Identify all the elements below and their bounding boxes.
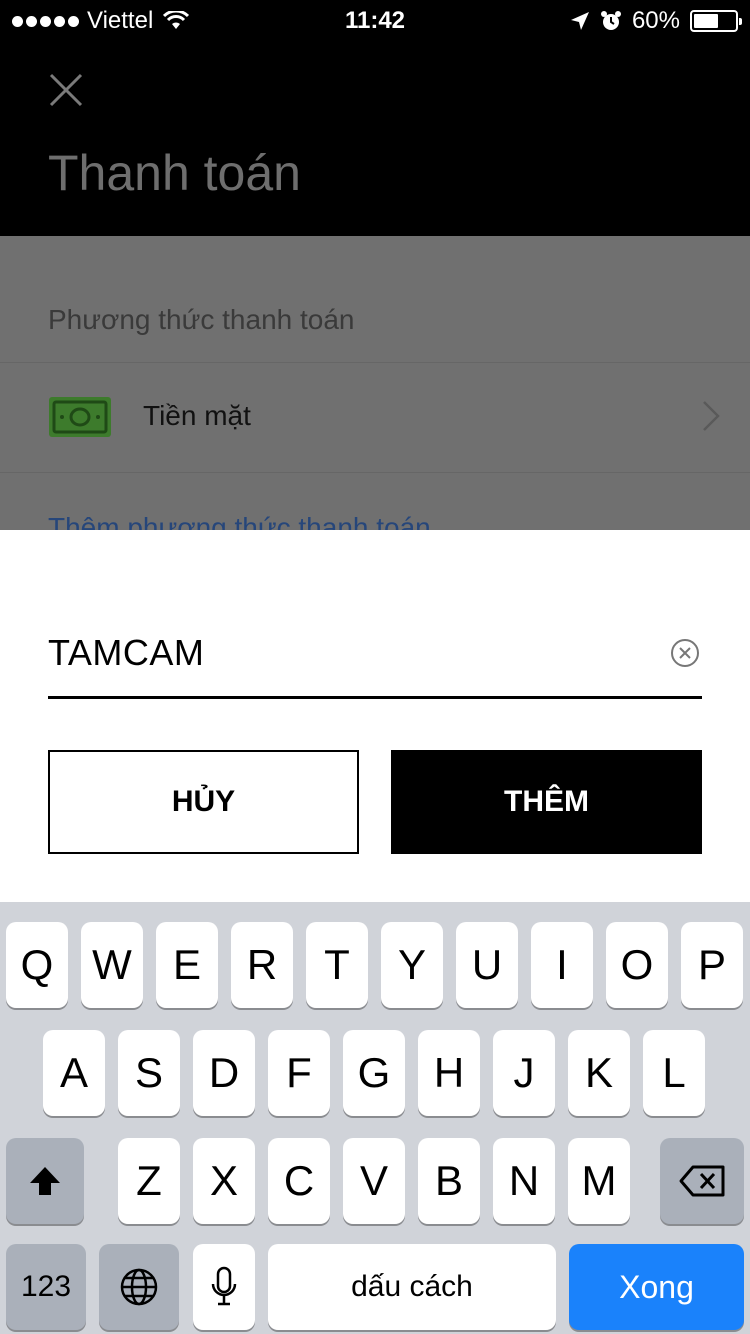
key-r[interactable]: R <box>231 922 293 1008</box>
key-d[interactable]: D <box>193 1030 255 1116</box>
chevron-right-icon <box>703 401 720 431</box>
battery-icon <box>690 10 742 32</box>
payment-content: Phương thức thanh toán Tiền mặt Thêm phư… <box>0 236 750 530</box>
divider <box>0 472 750 473</box>
key-q[interactable]: Q <box>6 922 68 1008</box>
globe-key[interactable] <box>99 1244 179 1330</box>
input-underline <box>48 696 702 699</box>
key-t[interactable]: T <box>306 922 368 1008</box>
key-e[interactable]: E <box>156 922 218 1008</box>
key-y[interactable]: Y <box>381 922 443 1008</box>
key-v[interactable]: V <box>343 1138 405 1224</box>
key-h[interactable]: H <box>418 1030 480 1116</box>
close-icon[interactable] <box>48 72 84 108</box>
section-label: Phương thức thanh toán <box>48 304 355 335</box>
key-j[interactable]: J <box>493 1030 555 1116</box>
clear-input-icon[interactable] <box>670 638 700 668</box>
keyboard: 123 dấu cách Xong QWERTYUIOP ASDFGHJKL ZXC… <box>0 902 750 1334</box>
key-c[interactable]: C <box>268 1138 330 1224</box>
add-button[interactable]: THÊM <box>391 750 702 854</box>
promo-code-sheet: TAMCAM HỦY THÊM <box>0 530 750 902</box>
key-o[interactable]: O <box>606 922 668 1008</box>
location-arrow-icon <box>570 12 589 30</box>
key-n[interactable]: N <box>493 1138 555 1224</box>
key-g[interactable]: G <box>343 1030 405 1116</box>
globe-icon <box>120 1268 158 1306</box>
cash-icon <box>49 397 111 437</box>
numbers-key[interactable]: 123 <box>6 1244 86 1330</box>
payment-method-cash[interactable]: Tiền mặt <box>0 362 750 472</box>
microphone-key[interactable] <box>193 1244 255 1330</box>
alarm-icon <box>600 11 621 30</box>
key-i[interactable]: I <box>531 922 593 1008</box>
key-p[interactable]: P <box>681 922 743 1008</box>
cash-label: Tiền mặt <box>143 400 251 431</box>
key-k[interactable]: K <box>568 1030 630 1116</box>
header: Thanh toán <box>0 40 750 236</box>
key-u[interactable]: U <box>456 922 518 1008</box>
done-key[interactable]: Xong <box>569 1244 744 1330</box>
page-title: Thanh toán <box>48 145 301 201</box>
key-w[interactable]: W <box>81 922 143 1008</box>
battery-percent: 60% <box>631 7 680 34</box>
key-s[interactable]: S <box>118 1030 180 1116</box>
key-a[interactable]: A <box>43 1030 105 1116</box>
key-l[interactable]: L <box>643 1030 705 1116</box>
status-right: 60% <box>570 7 742 35</box>
battery-fill <box>694 14 718 28</box>
key-x[interactable]: X <box>193 1138 255 1224</box>
shift-key[interactable] <box>6 1138 84 1224</box>
key-b[interactable]: B <box>418 1138 480 1224</box>
promo-code-input[interactable]: TAMCAM <box>48 632 204 674</box>
key-f[interactable]: F <box>268 1030 330 1116</box>
backspace-key[interactable] <box>660 1138 744 1224</box>
key-z[interactable]: Z <box>118 1138 180 1224</box>
cancel-button[interactable]: HỦY <box>48 750 359 854</box>
shift-icon <box>30 1167 60 1195</box>
status-bar: Viettel 11:42 60% <box>0 0 750 40</box>
microphone-icon <box>211 1266 237 1306</box>
add-payment-method-link[interactable]: Thêm phương thức thanh toán <box>48 512 431 530</box>
backspace-icon <box>679 1165 725 1197</box>
space-key[interactable]: dấu cách <box>268 1244 556 1330</box>
key-m[interactable]: M <box>568 1138 630 1224</box>
